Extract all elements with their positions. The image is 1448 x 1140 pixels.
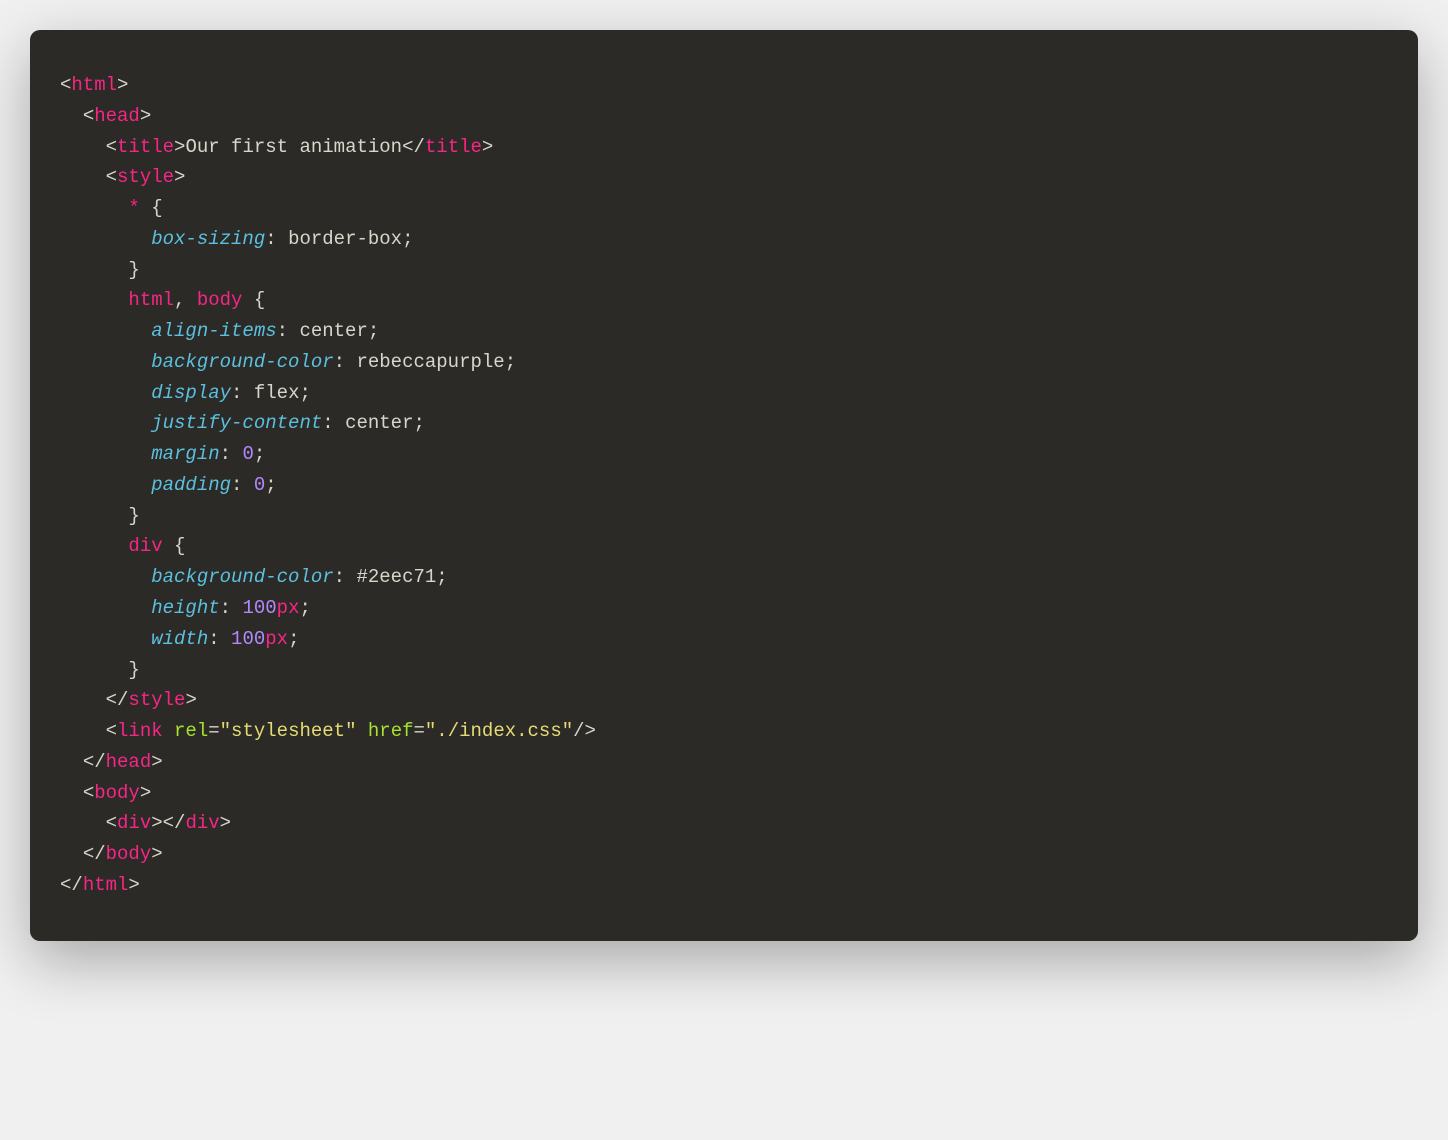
prop-background-color: background-color: [151, 351, 333, 373]
tag-link: link: [117, 720, 163, 742]
prop-width: width: [151, 628, 208, 650]
val-hex: #2eec71: [356, 566, 436, 588]
val-border-box: border-box: [288, 228, 402, 250]
selector-star: *: [128, 197, 139, 219]
code-block: <html> <head> <title>Our first animation…: [30, 30, 1418, 941]
prop-align-items: align-items: [151, 320, 276, 342]
selector-html: html: [128, 289, 174, 311]
val-rebeccapurple: rebeccapurple: [356, 351, 504, 373]
tag-html: html: [71, 74, 117, 96]
prop-height: height: [151, 597, 219, 619]
attr-href: href: [368, 720, 414, 742]
prop-padding: padding: [151, 474, 231, 496]
title-text: Our first animation: [185, 136, 402, 158]
selector-div: div: [128, 535, 162, 557]
selector-body: body: [197, 289, 243, 311]
val-rel: "stylesheet": [220, 720, 357, 742]
tag-div: div: [117, 812, 151, 834]
tag-title: title: [117, 136, 174, 158]
prop-margin: margin: [151, 443, 219, 465]
prop-box-sizing: box-sizing: [151, 228, 265, 250]
prop-background-color-2: background-color: [151, 566, 333, 588]
attr-rel: rel: [174, 720, 208, 742]
tag-head: head: [94, 105, 140, 127]
tag-body: body: [94, 782, 140, 804]
tag-style: style: [117, 166, 174, 188]
prop-justify-content: justify-content: [151, 412, 322, 434]
val-href: "./index.css": [425, 720, 573, 742]
prop-display: display: [151, 382, 231, 404]
